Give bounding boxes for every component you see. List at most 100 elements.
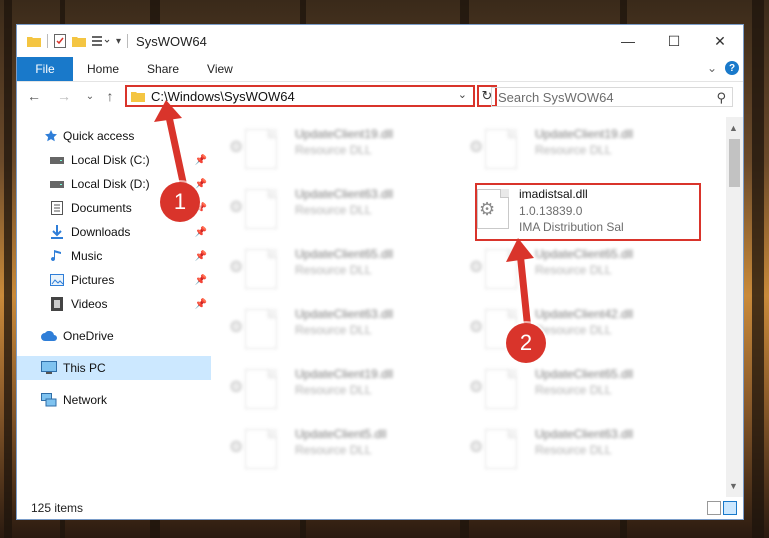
file-tile[interactable]: ⚙ UpdateClient42.dll Resource DLL (463, 303, 683, 353)
dll-file-icon (245, 249, 277, 289)
file-list: ⚙ UpdateClient19.dll Resource DLL ⚙ Upda… (213, 117, 725, 497)
sidebar-item-onedrive[interactable]: OneDrive (17, 324, 211, 348)
file-type: Resource DLL (535, 263, 612, 277)
sidebar-item-label: Documents (71, 201, 132, 215)
sidebar-item-label: Pictures (71, 273, 115, 287)
file-name: UpdateClient63.dll (295, 307, 394, 321)
file-tile[interactable]: ⚙ UpdateClient63.dll Resource DLL (463, 423, 683, 473)
file-tile[interactable]: ⚙ UpdateClient19.dll Resource DLL (223, 123, 443, 173)
forward-button[interactable]: → (55, 87, 73, 105)
vertical-scrollbar[interactable]: ▲ ▼ (726, 117, 743, 497)
scroll-down-icon[interactable]: ▼ (729, 481, 738, 491)
sidebar-item-label: Local Disk (D:) (71, 177, 150, 191)
file-tile[interactable]: ⚙ UpdateClient63.dll Resource DLL (223, 303, 443, 353)
minimize-button[interactable]: — (605, 25, 651, 57)
scroll-up-icon[interactable]: ▲ (729, 123, 738, 133)
file-name: UpdateClient65.dll (535, 247, 634, 261)
sidebar-item-music[interactable]: Music 📌 (17, 244, 211, 268)
file-name: UpdateClient19.dll (295, 367, 394, 381)
computer-icon (41, 360, 57, 376)
sidebar-item-label: This PC (63, 361, 106, 375)
file-name: UpdateClient63.dll (295, 187, 394, 201)
tiles-view-icon[interactable] (723, 501, 737, 515)
dll-file-icon (245, 129, 277, 169)
file-type: Resource DLL (295, 383, 372, 397)
download-icon (49, 224, 65, 240)
sidebar-item-quick-access[interactable]: Quick access (17, 124, 211, 148)
sidebar-item-pictures[interactable]: Pictures 📌 (17, 268, 211, 292)
star-icon (43, 128, 59, 144)
pin-icon[interactable]: 📌 (195, 227, 207, 238)
pin-icon[interactable]: 📌 (195, 155, 207, 166)
back-button[interactable]: ← (25, 87, 43, 105)
maximize-button[interactable]: ☐ (651, 25, 697, 57)
videos-icon (49, 296, 65, 312)
drive-icon (49, 176, 65, 192)
gear-icon: ⚙ (469, 439, 484, 456)
folder-icon (131, 92, 145, 102)
pictures-icon (49, 272, 65, 288)
file-type: Resource DLL (535, 143, 612, 157)
ribbon-tabs: File Home Share View ⌄ ? (17, 57, 743, 82)
quick-access-toolbar: ▾ (17, 34, 129, 48)
recent-locations-button[interactable]: ⌄ (81, 87, 99, 105)
up-button[interactable]: ↑ (101, 87, 119, 105)
pin-icon[interactable]: 📌 (195, 251, 207, 262)
toolbar-dropdown-icon[interactable]: ▾ (116, 36, 121, 47)
file-name: UpdateClient19.dll (295, 127, 394, 141)
tab-home[interactable]: Home (73, 62, 133, 76)
sidebar-item-videos[interactable]: Videos 📌 (17, 292, 211, 316)
tab-share[interactable]: Share (133, 62, 193, 76)
file-type: Resource DLL (295, 203, 372, 217)
window-title: SysWOW64 (136, 33, 207, 49)
sidebar-item-local-disk-c[interactable]: Local Disk (C:) 📌 (17, 148, 211, 172)
ribbon-right-controls: ⌄ ? (707, 61, 739, 75)
folder-icon (27, 37, 41, 47)
gear-icon: ⚙ (229, 139, 244, 156)
file-tile[interactable]: ⚙ UpdateClient65.dll Resource DLL (223, 243, 443, 293)
dll-file-icon (485, 369, 517, 409)
dll-file-icon (485, 429, 517, 469)
gear-icon: ⚙ (229, 379, 244, 396)
status-bar: 125 items (17, 497, 743, 519)
dll-file-icon (245, 369, 277, 409)
address-history-icon[interactable]: ⌄ (458, 88, 467, 101)
expand-ribbon-icon[interactable]: ⌄ (707, 61, 717, 75)
sidebar-item-this-pc[interactable]: This PC (17, 356, 211, 380)
file-name: UpdateClient19.dll (535, 127, 634, 141)
view-buttons (707, 501, 737, 515)
close-button[interactable]: ✕ (697, 25, 743, 57)
tab-file[interactable]: File (17, 57, 73, 81)
target-file-highlight (475, 183, 701, 241)
search-input[interactable]: Search SysWOW64 ⚲ (491, 87, 733, 107)
sidebar-item-label: Music (71, 249, 103, 263)
network-icon (41, 392, 57, 408)
search-placeholder: Search SysWOW64 (498, 89, 614, 105)
details-view-icon[interactable] (707, 501, 721, 515)
pin-icon[interactable]: 📌 (195, 179, 207, 190)
pin-icon[interactable]: 📌 (195, 299, 207, 310)
file-tile[interactable]: ⚙ UpdateClient65.dll Resource DLL (463, 363, 683, 413)
sidebar-item-label: Downloads (71, 225, 131, 239)
tab-view[interactable]: View (193, 62, 247, 76)
file-tile[interactable]: ⚙ UpdateClient19.dll Resource DLL (463, 123, 683, 173)
file-tile[interactable]: ⚙ UpdateClient63.dll Resource DLL (223, 183, 443, 233)
pin-icon[interactable]: 📌 (195, 275, 207, 286)
address-bar[interactable]: C:\Windows\SysWOW64 ⌄ (125, 85, 475, 107)
dll-file-icon (245, 429, 277, 469)
file-name: UpdateClient42.dll (535, 307, 634, 321)
file-tile[interactable]: ⚙ UpdateClient65.dll Resource DLL (463, 243, 683, 293)
file-tile[interactable]: ⚙ UpdateClient5.dll Resource DLL (223, 423, 443, 473)
properties-icon[interactable] (54, 34, 66, 48)
new-folder-icon[interactable] (72, 35, 86, 47)
file-type: Resource DLL (295, 263, 372, 277)
sidebar-item-label: Network (63, 393, 108, 407)
sidebar-item-network[interactable]: Network (17, 388, 211, 412)
sidebar-item-downloads[interactable]: Downloads 📌 (17, 220, 211, 244)
help-icon[interactable]: ? (725, 61, 739, 75)
title-bar: ▾ SysWOW64 — ☐ ✕ (17, 25, 743, 57)
customize-toolbar-icon[interactable] (92, 35, 110, 47)
scroll-thumb[interactable] (729, 139, 740, 187)
dll-file-icon (245, 189, 277, 229)
file-tile[interactable]: ⚙ UpdateClient19.dll Resource DLL (223, 363, 443, 413)
